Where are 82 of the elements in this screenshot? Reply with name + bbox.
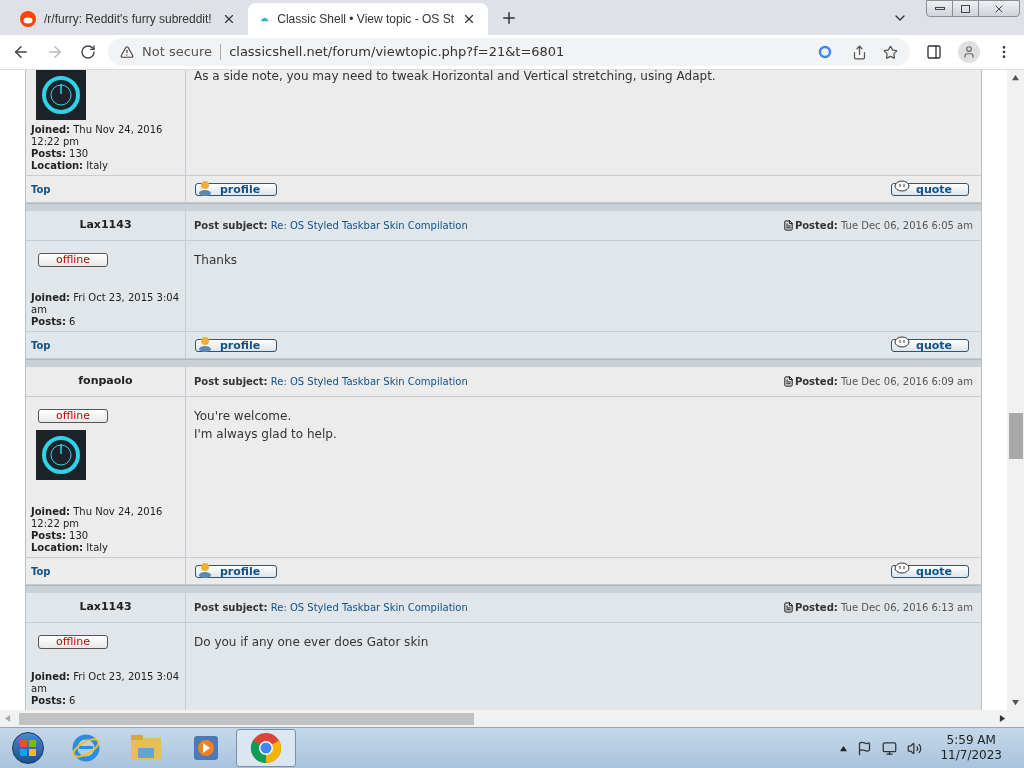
quote-button[interactable]: quote: [891, 338, 969, 352]
close-icon[interactable]: [462, 12, 476, 26]
profile-button[interactable]: profile: [195, 338, 278, 352]
alien-icon: [20, 11, 36, 27]
tab-title: Classic Shell • View topic - OS St: [277, 11, 454, 28]
profile-button[interactable]: profile: [195, 564, 278, 578]
vertical-scrollbar[interactable]: [1007, 70, 1024, 710]
side-panel-icon[interactable]: [926, 44, 942, 60]
scroll-right-icon[interactable]: [999, 715, 1006, 722]
scroll-down-icon[interactable]: [1012, 699, 1019, 706]
volume-icon[interactable]: [907, 740, 923, 756]
profile-detail: Posts: 130: [31, 530, 90, 542]
profile-detail: Location: Italy: [31, 542, 109, 554]
author-name: Lax1143: [79, 599, 132, 616]
url-text: classicshell.net/forum/viewtopic.php?f=21&t=6801: [229, 43, 566, 62]
reload-icon[interactable]: [80, 44, 96, 60]
posted-date: Posted: Tue Dec 06, 2016 6:09 am: [794, 375, 973, 389]
share-icon[interactable]: [852, 44, 867, 60]
scroll-thumb[interactable]: [1008, 413, 1023, 459]
profile-detail: Posts: 130: [31, 148, 90, 160]
offline-status: offline: [38, 409, 108, 423]
post-text: Do you if any one ever does Gator skin: [194, 634, 430, 651]
clock-date[interactable]: 11/7/2023: [940, 748, 1002, 763]
user-icon: [198, 179, 212, 196]
profile-button[interactable]: profile: [195, 182, 278, 196]
start-button[interactable]: [12, 732, 44, 764]
chrome-icon[interactable]: [250, 732, 282, 764]
network-icon[interactable]: [882, 740, 898, 756]
google-icon[interactable]: [818, 45, 832, 59]
profile-detail: Posts: 6: [31, 316, 77, 328]
speech-bubble-icon: [894, 561, 910, 574]
author-name: fonpaolo: [78, 373, 133, 390]
post-text: As a side note, you may need to tweak Horizontal and Vertical stretching, using Adapt.: [194, 70, 717, 83]
profile-detail: Location: Italy: [31, 160, 109, 172]
windows-logo-icon: [19, 739, 37, 757]
quote-button[interactable]: quote: [891, 182, 969, 196]
top-link[interactable]: Top: [31, 563, 51, 579]
speech-bubble-icon: [894, 179, 910, 192]
post-icon: [782, 602, 794, 613]
user-icon: [198, 335, 212, 352]
security-label: Not secure: [142, 43, 213, 62]
profile-detail: Joined: Thu Nov 24, 2016 12:22 pm: [31, 506, 164, 530]
post-subject: Post subject: Re: OS Styled Taskbar Skin Compilation: [194, 601, 468, 615]
tray-expand-icon[interactable]: [840, 744, 848, 752]
profile-detail: Joined: Fri Oct 23, 2015 3:04 am: [31, 671, 180, 695]
profile-detail: Posts: 6: [31, 695, 77, 707]
tab-title: /r/furry: Reddit's furry subreddit!: [44, 11, 213, 28]
post-text: You're welcome.: [194, 408, 293, 425]
author-name: Lax1143: [79, 217, 132, 234]
browser-tab[interactable]: Classic Shell • View topic - OS St: [248, 3, 488, 35]
post-text: I'm always glad to help.: [194, 426, 338, 443]
address-bar[interactable]: Not secure classicshell.net/forum/viewtopic.php?f=21&t=6801: [108, 38, 910, 66]
post-icon: [782, 220, 794, 231]
horizontal-scrollbar[interactable]: [0, 710, 1024, 727]
back-icon[interactable]: [12, 43, 30, 61]
post-subject: Post subject: Re: OS Styled Taskbar Skin Compilation: [194, 219, 468, 233]
media-player-icon[interactable]: [192, 734, 220, 762]
offline-status: offline: [38, 635, 108, 649]
speech-bubble-icon: [894, 335, 910, 348]
quote-button[interactable]: quote: [891, 564, 969, 578]
post-text: Thanks: [194, 252, 239, 269]
offline-status: offline: [38, 253, 108, 267]
top-link[interactable]: Top: [31, 337, 51, 353]
post-subject: Post subject: Re: OS Styled Taskbar Skin Compilation: [194, 375, 468, 389]
profile-avatar-icon[interactable]: [958, 41, 980, 63]
user-icon: [198, 561, 212, 578]
bookmark-icon[interactable]: [883, 44, 898, 60]
scroll-up-icon[interactable]: [1012, 74, 1019, 81]
posted-date: Posted: Tue Dec 06, 2016 6:13 am: [794, 601, 973, 615]
posted-date: Posted: Tue Dec 06, 2016 6:05 am: [794, 219, 973, 233]
close-icon[interactable]: [222, 12, 236, 26]
warning-icon: [120, 45, 134, 59]
power-avatar-icon: [36, 70, 86, 120]
browser-tab[interactable]: /r/furry: Reddit's furry subreddit!: [8, 3, 248, 35]
action-center-icon[interactable]: [857, 740, 873, 756]
post-icon: [782, 376, 794, 387]
top-link[interactable]: Top: [31, 181, 51, 197]
new-tab-icon[interactable]: [500, 9, 518, 27]
profile-detail: Joined: Fri Oct 23, 2015 3:04 am: [31, 292, 180, 316]
clock-time[interactable]: 5:59 AM: [946, 733, 996, 748]
power-avatar-icon: [36, 430, 86, 480]
profile-detail: Joined: Thu Nov 24, 2016 12:22 pm: [31, 124, 164, 148]
